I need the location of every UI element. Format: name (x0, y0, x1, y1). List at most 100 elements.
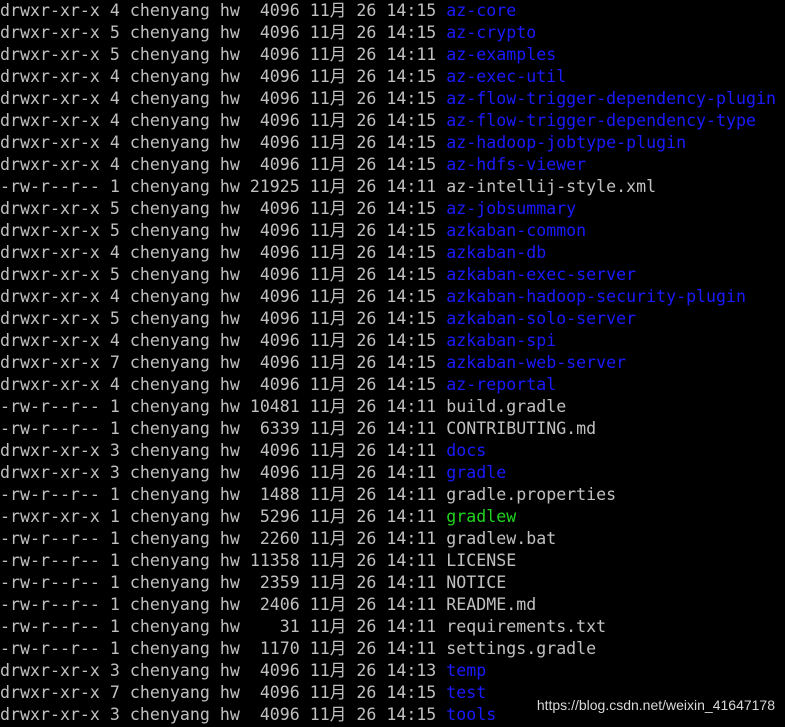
owner-text: chenyang (129, 133, 210, 152)
day-text: 26 (356, 309, 377, 328)
day-text: 26 (356, 45, 377, 64)
time-text: 14:15 (386, 221, 437, 240)
link-count-text: 7 (109, 353, 120, 372)
owner-text: chenyang (129, 265, 210, 284)
permissions-text: -rw-r--r-- (0, 529, 100, 548)
month-text: 11月 (309, 463, 347, 482)
group-text: hw (219, 287, 240, 306)
permissions-text: -rw-r--r-- (0, 617, 100, 636)
time-text: 14:11 (386, 485, 437, 504)
size-text: 4096 (249, 199, 300, 218)
day-text: 26 (356, 221, 377, 240)
link-count-text: 1 (109, 507, 120, 526)
filename-text: gradlew.bat (446, 529, 557, 548)
time-text: 14:11 (386, 397, 437, 416)
filename-text: CONTRIBUTING.md (446, 419, 597, 438)
permissions-text: -rw-r--r-- (0, 639, 100, 658)
listing-row: drwxr-xr-x 4 chenyang hw 4096 11月 26 14:… (0, 286, 785, 308)
filename-text: azkaban-hadoop-security-plugin (446, 287, 747, 306)
time-text: 14:11 (386, 177, 437, 196)
terminal-window[interactable]: drwxr-xr-x 4 chenyang hw 4096 11月 26 14:… (0, 0, 785, 727)
group-text: hw (219, 353, 240, 372)
month-text: 11月 (309, 265, 347, 284)
month-text: 11月 (309, 331, 347, 350)
filename-text: requirements.txt (446, 617, 607, 636)
group-text: hw (219, 507, 240, 526)
day-text: 26 (356, 133, 377, 152)
month-text: 11月 (309, 111, 347, 130)
permissions-text: drwxr-xr-x (0, 133, 100, 152)
day-text: 26 (356, 353, 377, 372)
time-text: 14:11 (386, 529, 437, 548)
day-text: 26 (356, 617, 377, 636)
day-text: 26 (356, 419, 377, 438)
size-text: 4096 (249, 155, 300, 174)
owner-text: chenyang (129, 617, 210, 636)
link-count-text: 4 (109, 287, 120, 306)
group-text: hw (219, 705, 240, 724)
time-text: 14:11 (386, 595, 437, 614)
month-text: 11月 (309, 67, 347, 86)
day-text: 26 (356, 199, 377, 218)
listing-row: drwxr-xr-x 5 chenyang hw 4096 11月 26 14:… (0, 44, 785, 66)
size-text: 4096 (249, 441, 300, 460)
size-text: 4096 (249, 265, 300, 284)
listing-row: drwxr-xr-x 5 chenyang hw 4096 11月 26 14:… (0, 22, 785, 44)
month-text: 11月 (309, 287, 347, 306)
owner-text: chenyang (129, 23, 210, 42)
owner-text: chenyang (129, 243, 210, 262)
owner-text: chenyang (129, 45, 210, 64)
size-text: 31 (249, 617, 300, 636)
permissions-text: -rw-r--r-- (0, 177, 100, 196)
filename-text: azkaban-solo-server (446, 309, 637, 328)
owner-text: chenyang (129, 397, 210, 416)
group-text: hw (219, 485, 240, 504)
link-count-text: 5 (109, 23, 120, 42)
filename-text: gradle (446, 463, 507, 482)
size-text: 4096 (249, 133, 300, 152)
group-text: hw (219, 23, 240, 42)
permissions-text: drwxr-xr-x (0, 243, 100, 262)
size-text: 4096 (249, 243, 300, 262)
filename-text: gradlew (446, 507, 517, 526)
link-count-text: 5 (109, 45, 120, 64)
size-text: 21925 (249, 177, 300, 196)
day-text: 26 (356, 1, 377, 20)
group-text: hw (219, 199, 240, 218)
filename-text: azkaban-common (446, 221, 587, 240)
size-text: 4096 (249, 353, 300, 372)
link-count-text: 1 (109, 177, 120, 196)
listing-row: -rw-r--r-- 1 chenyang hw 6339 11月 26 14:… (0, 418, 785, 440)
link-count-text: 1 (109, 595, 120, 614)
month-text: 11月 (309, 529, 347, 548)
owner-text: chenyang (129, 529, 210, 548)
time-text: 14:15 (386, 67, 437, 86)
owner-text: chenyang (129, 463, 210, 482)
time-text: 14:11 (386, 639, 437, 658)
filename-text: az-reportal (446, 375, 557, 394)
month-text: 11月 (309, 705, 347, 724)
day-text: 26 (356, 573, 377, 592)
time-text: 14:15 (386, 1, 437, 20)
permissions-text: drwxr-xr-x (0, 375, 100, 394)
listing-row: drwxr-xr-x 3 chenyang hw 4096 11月 26 14:… (0, 462, 785, 484)
filename-text: az-intellij-style.xml (446, 177, 657, 196)
permissions-text: -rw-r--r-- (0, 397, 100, 416)
day-text: 26 (356, 639, 377, 658)
permissions-text: drwxr-xr-x (0, 89, 100, 108)
time-text: 14:11 (386, 573, 437, 592)
permissions-text: drwxr-xr-x (0, 45, 100, 64)
filename-text: az-crypto (446, 23, 537, 42)
filename-text: gradle.properties (446, 485, 617, 504)
listing-row: -rw-r--r-- 1 chenyang hw 2406 11月 26 14:… (0, 594, 785, 616)
listing-row: drwxr-xr-x 4 chenyang hw 4096 11月 26 14:… (0, 88, 785, 110)
month-text: 11月 (309, 419, 347, 438)
listing-row: drwxr-xr-x 4 chenyang hw 4096 11月 26 14:… (0, 242, 785, 264)
time-text: 14:15 (386, 133, 437, 152)
link-count-text: 5 (109, 309, 120, 328)
listing-row: -rw-r--r-- 1 chenyang hw 1170 11月 26 14:… (0, 638, 785, 660)
time-text: 14:15 (386, 199, 437, 218)
month-text: 11月 (309, 243, 347, 262)
filename-text: az-jobsummary (446, 199, 577, 218)
permissions-text: -rw-r--r-- (0, 551, 100, 570)
